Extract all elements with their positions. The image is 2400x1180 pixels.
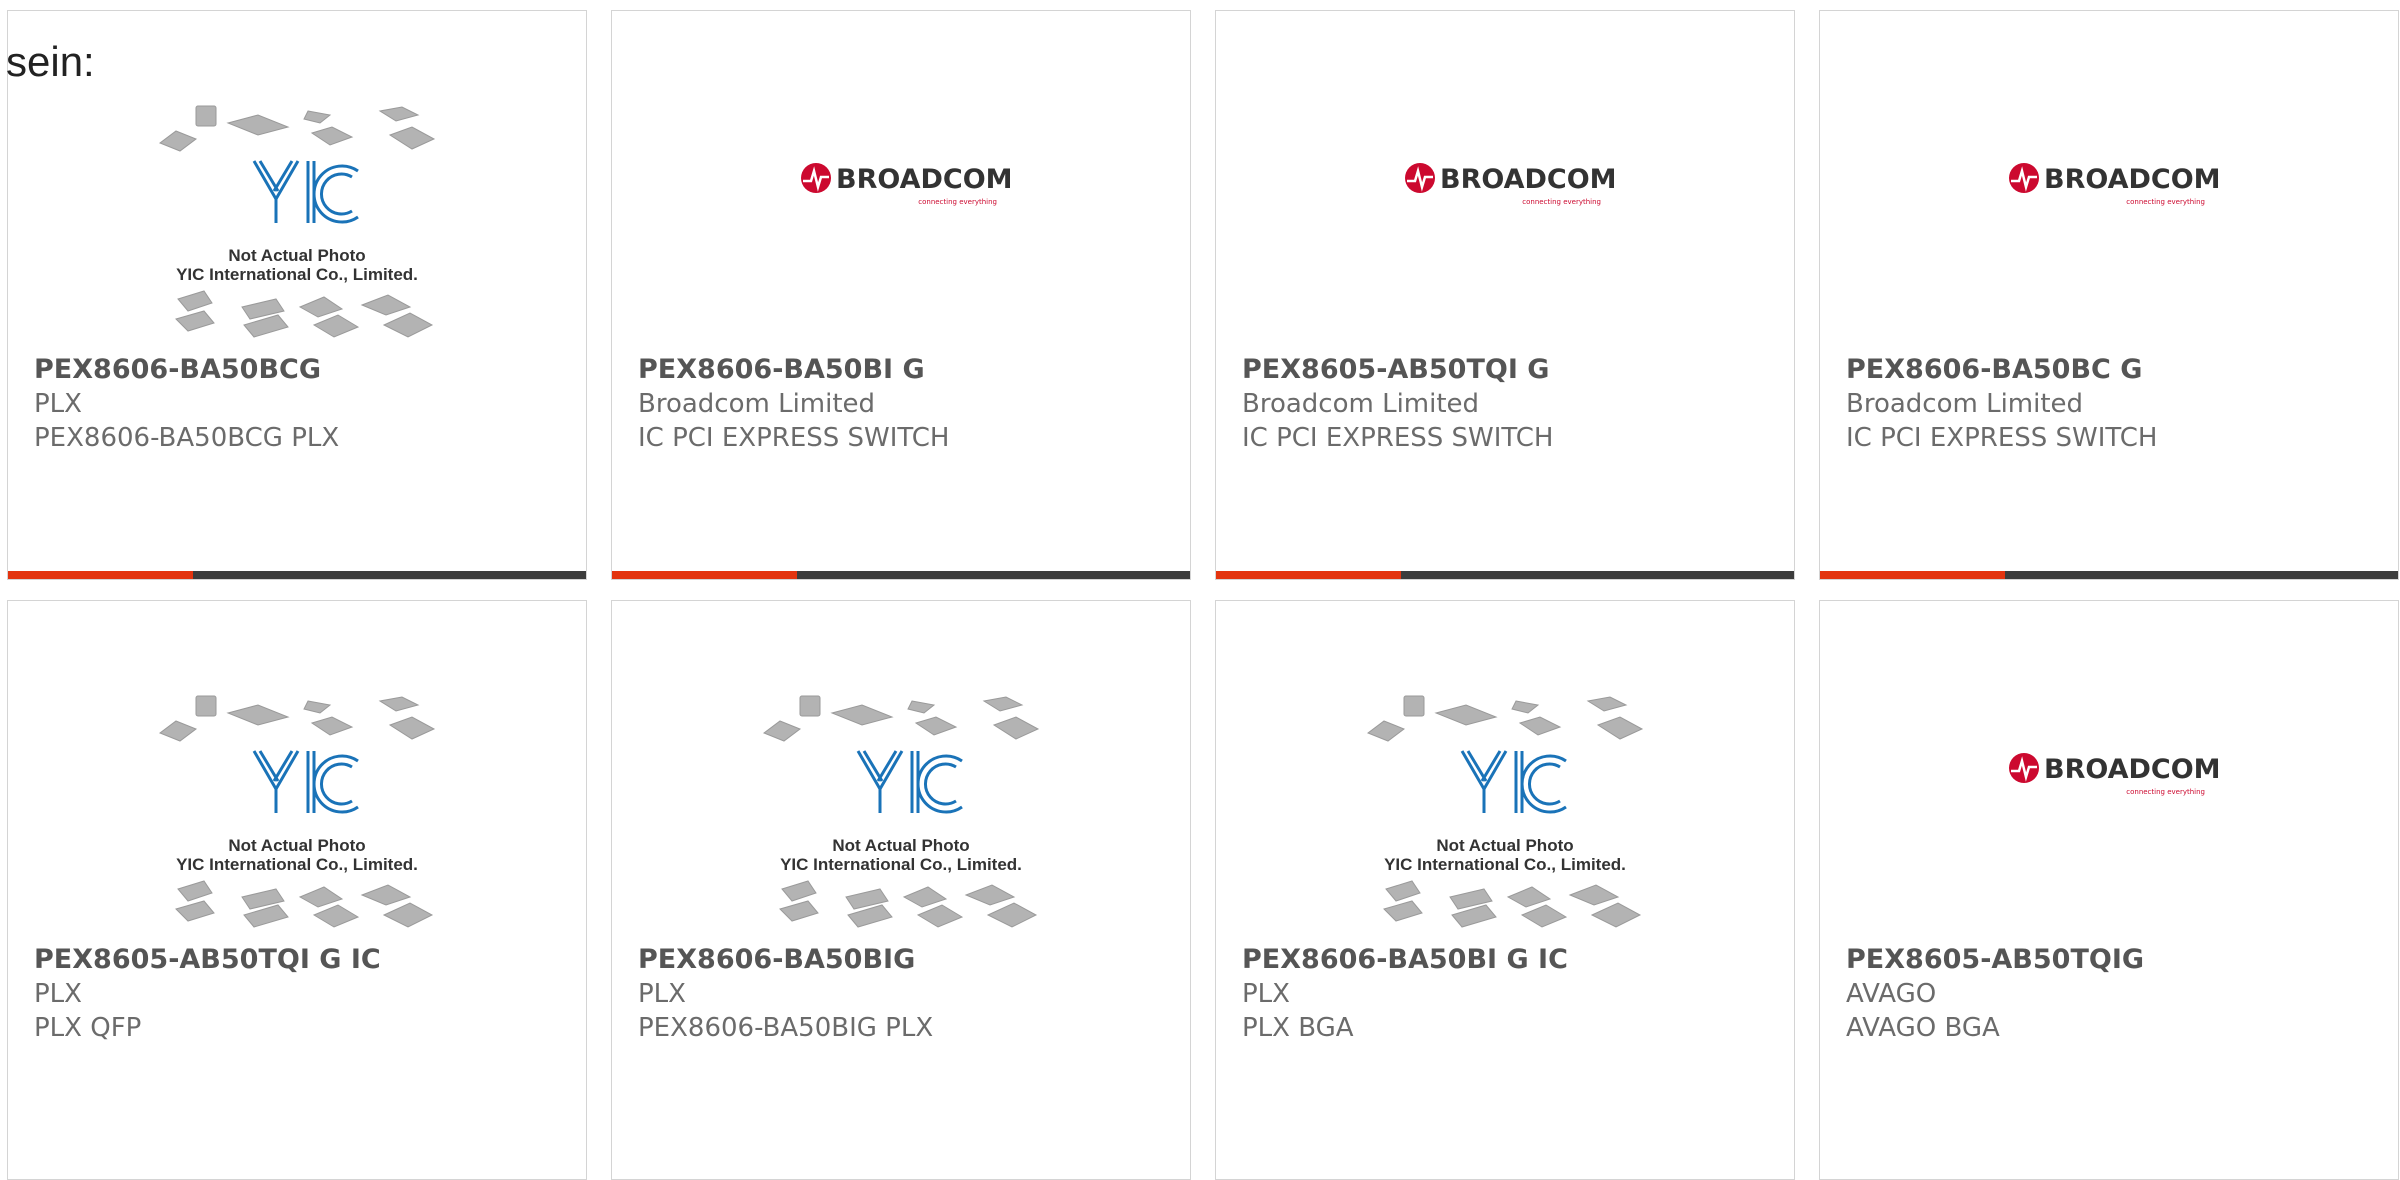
part-number[interactable]: PEX8606-BA50BIG <box>638 943 1180 977</box>
chip-packages-top-icon <box>158 695 436 742</box>
manufacturer: Broadcom Limited <box>1242 389 1480 419</box>
manufacturer: Broadcom Limited <box>1846 389 2084 419</box>
broadcom-logo: BROADCOM connecting everything <box>1405 163 1617 206</box>
description: IC PCI EXPRESS SWITCH <box>1242 423 1554 453</box>
card-accent-bar <box>1820 571 2398 579</box>
yic-logo <box>252 160 359 224</box>
part-number[interactable]: PEX8606-BA50BI G <box>638 353 1180 387</box>
svg-text:connecting everything: connecting everything <box>2126 198 2205 206</box>
svg-text:connecting everything: connecting everything <box>2126 788 2205 796</box>
svg-text:BROADCOM: BROADCOM <box>1440 164 1617 195</box>
description: PLX QFP <box>34 1013 142 1043</box>
part-number[interactable]: PEX8606-BA50BI G IC <box>1242 943 1784 977</box>
part-number[interactable]: PEX8605-AB50TQIG <box>1846 943 2388 977</box>
broadcom-logo: BROADCOM connecting everything <box>2009 753 2221 796</box>
chip-packages-bottom-icon <box>779 880 1038 928</box>
product-image[interactable]: Not Actual Photo YIC International Co., … <box>1216 601 1794 941</box>
manufacturer: Broadcom Limited <box>638 389 876 419</box>
svg-text:Not Actual Photo: Not Actual Photo <box>228 246 365 265</box>
part-number[interactable]: PEX8605-AB50TQI G <box>1242 353 1784 387</box>
accent-bar-fill <box>1216 571 1401 579</box>
product-card[interactable]: BROADCOM connecting everything PEX8605-A… <box>1215 10 1795 580</box>
product-card[interactable]: Not Actual Photo YIC International Co., … <box>611 600 1191 1180</box>
manufacturer: PLX <box>34 979 82 1009</box>
chip-packages-top-icon <box>1366 695 1644 742</box>
svg-text:BROADCOM: BROADCOM <box>2044 164 2221 195</box>
description: IC PCI EXPRESS SWITCH <box>1846 423 2158 453</box>
card-accent-bar <box>612 571 1190 579</box>
product-card[interactable]: Not Actual Photo YIC International Co., … <box>7 10 587 580</box>
svg-text:Not Actual Photo: Not Actual Photo <box>1436 836 1573 855</box>
manufacturer: PLX <box>1242 979 1290 1009</box>
yic-logo <box>1460 750 1567 814</box>
svg-text:BROADCOM: BROADCOM <box>2044 754 2221 785</box>
chip-packages-top-icon <box>762 695 1040 742</box>
svg-text:Not Actual Photo: Not Actual Photo <box>832 836 969 855</box>
card-accent-bar <box>1216 571 1794 579</box>
svg-text:Not Actual Photo: Not Actual Photo <box>228 836 365 855</box>
yic-logo <box>252 750 359 814</box>
product-card[interactable]: Not Actual Photo YIC International Co., … <box>1215 600 1795 1180</box>
yic-logo <box>856 750 963 814</box>
part-number[interactable]: PEX8606-BA50BC G <box>1846 353 2388 387</box>
manufacturer: PLX <box>34 389 82 419</box>
product-grid: Not Actual Photo YIC International Co., … <box>0 0 2400 1180</box>
description: PLX BGA <box>1242 1013 1354 1043</box>
product-card[interactable]: BROADCOM connecting everything PEX8606-B… <box>611 10 1191 580</box>
svg-text:connecting everything: connecting everything <box>1522 198 1601 206</box>
manufacturer: AVAGO <box>1846 979 1937 1009</box>
svg-text:YIC International Co., Limited: YIC International Co., Limited. <box>780 855 1022 874</box>
svg-text:YIC International Co., Limited: YIC International Co., Limited. <box>1384 855 1626 874</box>
product-image[interactable]: Not Actual Photo YIC International Co., … <box>8 601 586 941</box>
product-image[interactable]: Not Actual Photo YIC International Co., … <box>612 601 1190 941</box>
chip-packages-bottom-icon <box>1383 880 1642 928</box>
chip-packages-bottom-icon <box>175 290 434 338</box>
lead-text: sein: <box>6 38 95 85</box>
accent-bar-fill <box>612 571 797 579</box>
svg-text:connecting everything: connecting everything <box>918 198 997 206</box>
chip-packages-top-icon <box>158 105 436 152</box>
part-number[interactable]: PEX8606-BA50BCG <box>34 353 576 387</box>
chip-packages-bottom-icon <box>175 880 434 928</box>
svg-text:BROADCOM: BROADCOM <box>836 164 1013 195</box>
description: PEX8606-BA50BCG PLX <box>34 423 340 453</box>
svg-text:YIC International Co., Limited: YIC International Co., Limited. <box>176 265 418 284</box>
part-number[interactable]: PEX8605-AB50TQI G IC <box>34 943 576 977</box>
broadcom-logo: BROADCOM connecting everything <box>2009 163 2221 206</box>
product-card[interactable]: Not Actual Photo YIC International Co., … <box>7 600 587 1180</box>
broadcom-logo: BROADCOM connecting everything <box>801 163 1013 206</box>
accent-bar-fill <box>1820 571 2005 579</box>
manufacturer: PLX <box>638 979 686 1009</box>
card-accent-bar <box>8 571 586 579</box>
product-image[interactable]: BROADCOM connecting everything <box>612 11 1190 351</box>
product-image[interactable]: BROADCOM connecting everything <box>1820 601 2398 941</box>
description: PEX8606-BA50BIG PLX <box>638 1013 934 1043</box>
product-card[interactable]: BROADCOM connecting everything PEX8605-A… <box>1819 600 2399 1180</box>
svg-text:YIC International Co., Limited: YIC International Co., Limited. <box>176 855 418 874</box>
description: IC PCI EXPRESS SWITCH <box>638 423 950 453</box>
description: AVAGO BGA <box>1846 1013 2000 1043</box>
product-card[interactable]: BROADCOM connecting everything PEX8606-B… <box>1819 10 2399 580</box>
product-image[interactable]: BROADCOM connecting everything <box>1820 11 2398 351</box>
product-image[interactable]: BROADCOM connecting everything <box>1216 11 1794 351</box>
accent-bar-fill <box>8 571 193 579</box>
